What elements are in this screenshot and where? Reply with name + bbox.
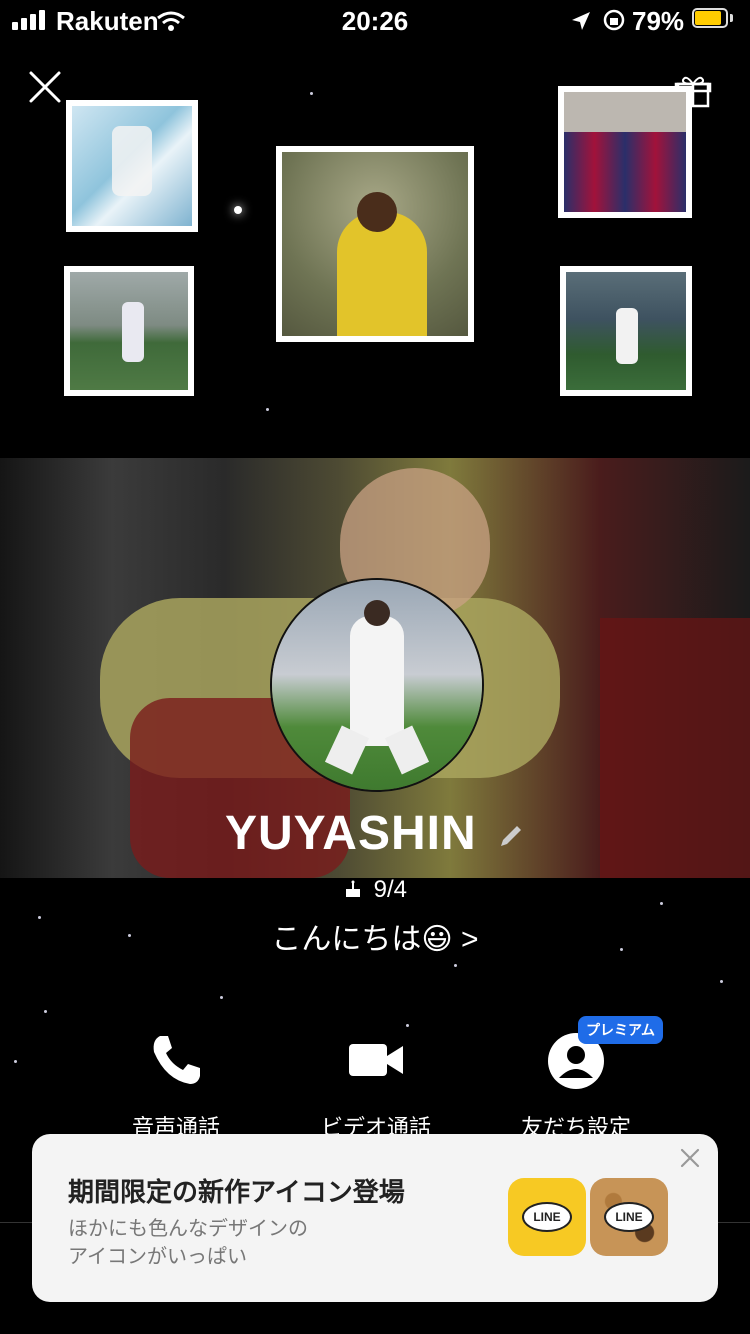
banner-title: 期間限定の新作アイコン登場 [68,1177,405,1207]
line-icon-yellow-text: LINE [522,1202,572,1232]
display-name-text: YUYASHIN [225,807,477,860]
banner-subtitle-line1: ほかにも色んなデザインの [68,1218,308,1240]
voice-call-button[interactable]: 音声通話 [76,1030,276,1140]
video-camera-icon [349,1044,403,1076]
phone-icon [153,1036,200,1084]
profile-photo-4[interactable] [560,266,692,396]
avatar[interactable] [270,578,484,792]
location-arrow-icon [572,12,590,30]
premium-badge: プレミアム [578,1016,664,1044]
battery-icon [692,8,734,30]
promo-banner[interactable]: 期間限定の新作アイコン登場 ほかにも色んなデザインの アイコンがいっぱい LIN… [32,1134,718,1302]
profile-photo-3[interactable] [64,266,194,396]
close-icon[interactable] [28,70,62,104]
video-call-button[interactable]: ビデオ通話 [276,1030,476,1140]
line-icon-yellow[interactable]: LINE [508,1178,586,1256]
banner-close-icon[interactable] [678,1146,702,1170]
rotation-lock-icon [603,9,625,31]
status-message[interactable]: こんにちは😃 > [0,914,750,958]
status-bar: Rakuten 20:26 79% [0,0,750,42]
profile-photo-1[interactable] [66,100,198,232]
line-icon-leopard[interactable]: LINE [590,1178,668,1256]
banner-subtitle-line2: アイコンがいっぱい [68,1246,247,1268]
cake-icon [345,880,360,897]
display-name: YUYASHIN [0,806,750,861]
battery-percentage: 79% [632,6,685,36]
edit-pencil-icon[interactable] [497,822,525,850]
line-icon-leopard-text: LINE [604,1202,654,1232]
birthday-text: 9/4 [373,876,408,903]
profile-photo-2[interactable] [558,86,692,218]
profile-photo-center[interactable] [276,146,474,342]
birthday: 9/4 [0,876,750,904]
